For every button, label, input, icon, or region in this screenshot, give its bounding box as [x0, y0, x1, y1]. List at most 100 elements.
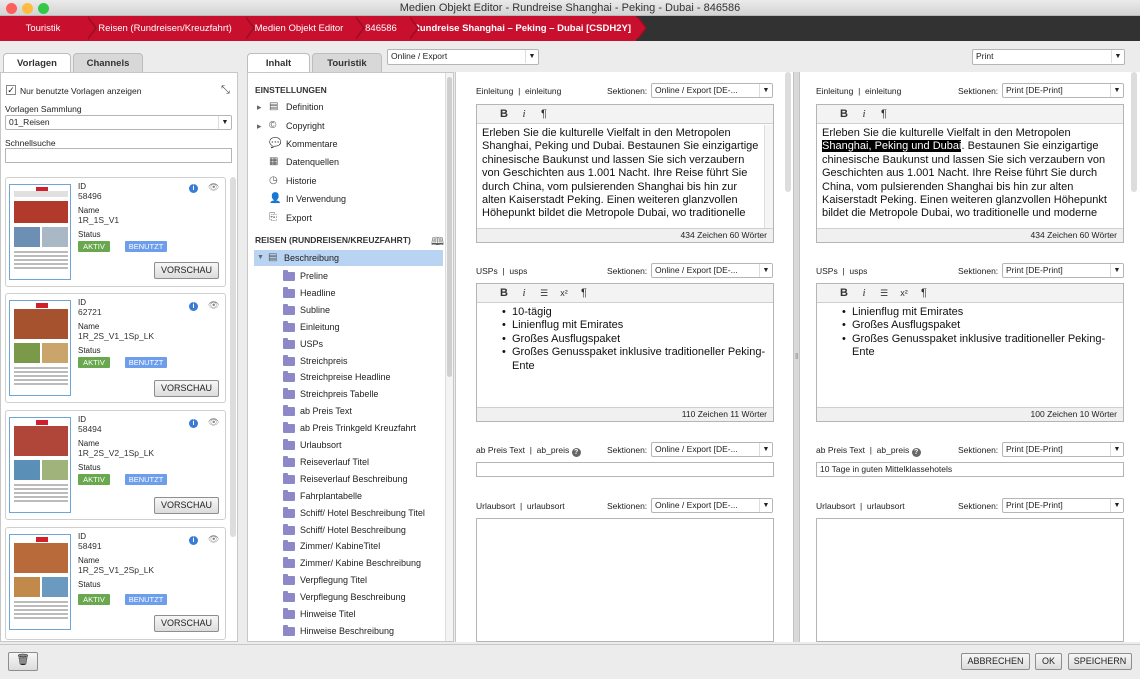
section-select[interactable]: Online / Export [DE-... ▼ — [651, 442, 773, 457]
tab-vorlagen[interactable]: Vorlagen — [3, 53, 71, 72]
section-select[interactable]: Print [DE-Print] ▼ — [1002, 498, 1124, 513]
usps-editor[interactable]: B i ☰ x² ¶ 10-tägigLinienflug mit Emirat… — [476, 283, 774, 422]
only-used-checkbox[interactable]: ✓ — [6, 85, 16, 95]
italic-button[interactable]: i — [515, 286, 533, 301]
template-card[interactable]: ID 62721 Name 1R_2S_V1_1Sp_LK Status AKT… — [5, 293, 226, 403]
collapse-icon[interactable]: ⤡ — [221, 84, 230, 97]
tree-scrollbar[interactable] — [445, 73, 453, 641]
column-scrollbar[interactable] — [1131, 72, 1137, 192]
template-card[interactable]: ID 58491 Name 1R_2S_V1_2Sp_LK Status AKT… — [5, 527, 226, 640]
preview-button[interactable]: VORSCHAU — [154, 615, 219, 632]
breadcrumb-item-reisen[interactable]: Reisen (Rundreisen/Kreuzfahrt) — [86, 16, 255, 41]
ok-button[interactable]: OK — [1035, 653, 1062, 670]
clear-format-button[interactable]: x² — [895, 286, 913, 301]
section-select[interactable]: Online / Export [DE-... ▼ — [651, 498, 773, 513]
einleitung-editor[interactable]: B i ¶ Erleben Sie die kulturelle Vielfal… — [476, 104, 774, 243]
bold-button[interactable]: B — [495, 286, 513, 301]
used-badge: BENUTZT — [125, 357, 167, 368]
usps-text[interactable]: 10-tägigLinienflug mit EmiratesGroßes Au… — [502, 306, 772, 373]
tree-label: USPs — [300, 338, 324, 349]
bold-button[interactable]: B — [495, 107, 513, 122]
editor-scrollbar[interactable] — [764, 125, 773, 228]
name-label: Name — [78, 556, 100, 565]
folder-icon — [283, 337, 295, 349]
clear-format-button[interactable]: x² — [555, 286, 573, 301]
usps-text[interactable]: Linienflug mit EmiratesGroßes Ausflugspa… — [842, 306, 1117, 360]
bottom-bar: 🗑 ABBRECHEN OK SPEICHERN — [0, 644, 1140, 679]
section-select[interactable]: Print [DE-Print] ▼ — [1002, 83, 1124, 98]
usps-field-label: USPs | usps — [476, 266, 528, 276]
paragraph-button[interactable]: ¶ — [575, 286, 593, 301]
tree-item-definition[interactable]: ▸ ▤ Definition — [257, 99, 324, 115]
collection-label: Vorlagen Sammlung — [5, 104, 82, 114]
breadcrumb-item-editor[interactable]: Medien Objekt Editor — [244, 16, 365, 41]
tree-label: Hinweise Beschreibung — [300, 625, 395, 636]
quicksearch-input[interactable] — [5, 148, 232, 163]
paragraph-button[interactable]: ¶ — [535, 107, 553, 122]
bold-button[interactable]: B — [835, 286, 853, 301]
preview-button[interactable]: VORSCHAU — [154, 380, 219, 397]
paragraph-button[interactable]: ¶ — [915, 286, 933, 301]
preview-button[interactable]: VORSCHAU — [154, 262, 219, 279]
tree-label: Einleitung — [300, 321, 340, 332]
tree-item-beschreibung[interactable]: ▼ ▤ Beschreibung — [254, 250, 443, 266]
urlaubsort-editor[interactable] — [816, 518, 1124, 642]
list-button[interactable]: ☰ — [535, 286, 553, 301]
template-thumbnail — [9, 534, 71, 630]
column-scrollbar[interactable] — [785, 72, 791, 192]
tab-channels[interactable]: Channels — [73, 53, 143, 72]
cancel-button[interactable]: ABBRECHEN — [961, 653, 1030, 670]
section-select[interactable]: Online / Export [DE-... ▼ — [651, 263, 773, 278]
tree-label: Kommentare — [286, 139, 338, 149]
abpreis-input[interactable] — [476, 462, 774, 477]
usps-editor[interactable]: B i ☰ x² ¶ Linienflug mit EmiratesGroßes… — [816, 283, 1124, 422]
abpreis-field-label: ab Preis Text | ab_preis ? — [816, 445, 921, 457]
collection-value: 01_Reisen — [9, 117, 50, 127]
info-icon[interactable]: i — [189, 536, 198, 545]
template-card[interactable]: ID 58496 Name 1R_1S_V1 Status AKTIV BENU… — [5, 177, 226, 287]
tab-touristik[interactable]: Touristik — [312, 53, 382, 72]
abpreis-input[interactable]: 10 Tage in guten Mittelklassehotels — [816, 462, 1124, 477]
info-icon[interactable]: i — [189, 184, 198, 193]
italic-button[interactable]: i — [855, 286, 873, 301]
usp-list-item: Großes Genusspaket inklusive traditionel… — [502, 346, 772, 373]
collection-select[interactable]: 01_Reisen ▼ — [5, 115, 232, 130]
einleitung-text[interactable]: Erleben Sie die kulturelle Vielfalt in d… — [482, 127, 762, 221]
paragraph-button[interactable]: ¶ — [875, 107, 893, 122]
eye-icon[interactable]: 👁 — [208, 182, 219, 193]
italic-button[interactable]: i — [515, 107, 533, 122]
info-icon[interactable]: i — [189, 302, 198, 311]
section-select[interactable]: Online / Export [DE-... ▼ — [651, 83, 773, 98]
template-id: 58496 — [78, 191, 102, 201]
help-icon[interactable]: ? — [911, 448, 921, 457]
eye-icon[interactable]: 👁 — [208, 417, 219, 428]
list-button[interactable]: ☰ — [875, 286, 893, 301]
info-icon[interactable]: i — [189, 419, 198, 428]
templates-scrollbar[interactable] — [230, 177, 236, 537]
bold-button[interactable]: B — [835, 107, 853, 122]
tree-item-copyright[interactable]: ▸ © Copyright — [257, 118, 325, 134]
template-id: 62721 — [78, 307, 102, 317]
sections-label: Sektionen: — [958, 266, 999, 276]
einleitung-editor[interactable]: B i ¶ Erleben Sie die kulturelle Vielfal… — [816, 104, 1124, 243]
eye-icon[interactable]: 👁 — [208, 534, 219, 545]
save-button[interactable]: SPEICHERN — [1068, 653, 1132, 670]
preview-button[interactable]: VORSCHAU — [154, 497, 219, 514]
section-select[interactable]: Print [DE-Print] ▼ — [1002, 263, 1124, 278]
tab-inhalt[interactable]: Inhalt — [247, 53, 310, 72]
channel-select-online[interactable]: Online / Export ▼ — [387, 49, 539, 65]
italic-button[interactable]: i — [855, 107, 873, 122]
column-splitter[interactable]: ‖ — [793, 72, 800, 642]
einleitung-text[interactable]: Erleben Sie die kulturelle Vielfalt in d… — [822, 127, 1112, 221]
delete-button[interactable]: 🗑 — [8, 652, 38, 671]
breadcrumb-item-touristik[interactable]: Touristik — [0, 16, 97, 41]
template-card[interactable]: ID 58494 Name 1R_2S_V2_1Sp_LK Status AKT… — [5, 410, 226, 520]
section-select[interactable]: Print [DE-Print] ▼ — [1002, 442, 1124, 457]
chevron-down-icon: ▼ — [1110, 264, 1123, 277]
channel-select-print[interactable]: Print ▼ — [972, 49, 1125, 65]
help-icon[interactable]: ? — [571, 448, 581, 457]
tree-label: Datenquellen — [286, 157, 340, 167]
eye-icon[interactable]: 👁 — [208, 300, 219, 311]
urlaubsort-editor[interactable] — [476, 518, 774, 642]
tree-label: ab Preis Trinkgeld Kreuzfahrt — [300, 423, 417, 434]
